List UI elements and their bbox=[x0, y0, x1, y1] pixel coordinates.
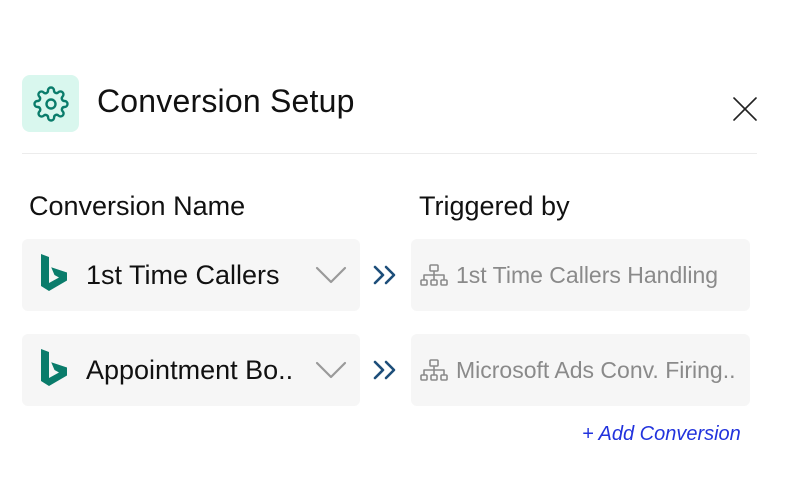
close-button[interactable] bbox=[728, 92, 762, 126]
triggered-by-field[interactable]: 1st Time Callers Handling bbox=[411, 239, 750, 311]
conversion-row: Appointment Bo.. Microsoft Ads Conv. Fir… bbox=[22, 334, 750, 406]
bing-icon bbox=[41, 349, 67, 386]
conversion-name-label: 1st Time Callers bbox=[86, 260, 280, 290]
sitemap-icon bbox=[420, 359, 448, 381]
triggered-by-label: 1st Time Callers Handling bbox=[456, 262, 719, 288]
sitemap-icon bbox=[420, 264, 448, 286]
column-header-conversion-name: Conversion Name bbox=[29, 191, 246, 221]
conversion-name-label: Appointment Bo.. bbox=[86, 355, 294, 385]
page-title: Conversion Setup bbox=[97, 83, 355, 119]
double-chevron-right-icon bbox=[373, 360, 396, 380]
bing-icon bbox=[41, 254, 67, 291]
chevron-down-icon bbox=[315, 361, 347, 379]
triggered-by-label: Microsoft Ads Conv. Firing.. bbox=[456, 357, 736, 383]
gear-icon bbox=[22, 75, 79, 132]
chevron-down-icon bbox=[315, 266, 347, 284]
header-divider bbox=[22, 153, 757, 154]
conversion-row: 1st Time Callers 1st Time Callers Handli… bbox=[22, 239, 750, 311]
conversion-name-select[interactable]: Appointment Bo.. bbox=[22, 334, 360, 406]
double-chevron-right-icon bbox=[373, 265, 396, 285]
triggered-by-field[interactable]: Microsoft Ads Conv. Firing.. bbox=[411, 334, 750, 406]
conversion-name-select[interactable]: 1st Time Callers bbox=[22, 239, 360, 311]
close-icon bbox=[733, 97, 757, 121]
column-header-triggered-by: Triggered by bbox=[419, 191, 570, 221]
conversion-setup-panel: Conversion Setup Conversion Name Trigger… bbox=[0, 0, 800, 500]
add-conversion-link[interactable]: + Add Conversion bbox=[582, 420, 741, 448]
